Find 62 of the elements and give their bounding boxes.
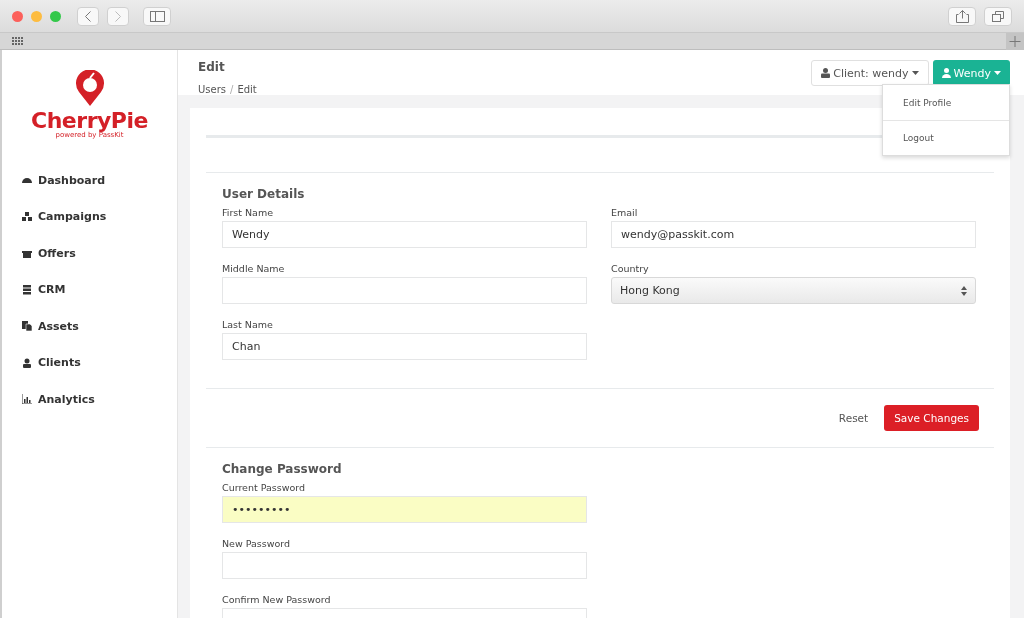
page-title: Edit xyxy=(198,60,226,74)
sidebar-item[interactable]: Assets xyxy=(2,308,177,345)
field-label: First Name xyxy=(222,207,275,218)
user-icon xyxy=(941,68,951,78)
field-label: Last Name xyxy=(222,319,274,330)
back-icon xyxy=(85,10,91,22)
field-label: Country xyxy=(611,263,650,274)
input-field[interactable]: Chan xyxy=(222,333,587,360)
input-field[interactable]: Wendy xyxy=(222,221,587,248)
sidebar-item[interactable]: Clients xyxy=(2,344,177,381)
updown-icon xyxy=(961,285,967,296)
breadcrumb-item: Edit xyxy=(237,84,257,95)
back-button[interactable] xyxy=(77,6,99,26)
zoom-dot[interactable] xyxy=(50,10,61,22)
reset-button[interactable]: Reset xyxy=(832,411,875,425)
forward-icon xyxy=(115,10,121,22)
field-label: New Password xyxy=(222,538,292,549)
grid-icon[interactable] xyxy=(12,37,24,45)
tabs-icon xyxy=(992,10,1004,22)
share-button[interactable] xyxy=(948,6,976,26)
input-field[interactable] xyxy=(222,277,587,304)
user-tie-icon xyxy=(22,357,32,368)
user-tie-icon xyxy=(821,68,831,78)
cubes-icon xyxy=(22,211,32,222)
cherry-pin-logo xyxy=(74,70,105,106)
input-field[interactable]: wendy@passkit.com xyxy=(611,221,976,248)
sidebar-item[interactable]: Dashboard xyxy=(2,162,177,199)
database-icon xyxy=(22,284,32,295)
minimize-dot[interactable] xyxy=(31,10,42,22)
sidebar-item[interactable]: Campaigns xyxy=(2,198,177,235)
share-icon xyxy=(955,9,969,23)
gift-icon xyxy=(22,248,32,259)
country-select[interactable]: Hong Kong xyxy=(611,277,976,304)
save-button[interactable]: Save Changes xyxy=(884,405,979,431)
field-label: Current Password xyxy=(222,482,307,493)
brand-name: CherryPie xyxy=(31,108,148,133)
sidebar-icon xyxy=(149,10,165,22)
field-label: Confirm New Password xyxy=(222,594,332,605)
menu-item[interactable]: Edit Profile xyxy=(883,85,1009,120)
sidebar-item[interactable]: CRM xyxy=(2,271,177,308)
input-field[interactable]: ••••••••• xyxy=(222,496,587,523)
sidebar-item[interactable]: Offers xyxy=(2,235,177,272)
tabs-button[interactable] xyxy=(984,6,1012,26)
breadcrumb-separator: / xyxy=(230,84,234,95)
sidebar-button[interactable] xyxy=(143,6,171,26)
section-title: User Details xyxy=(222,187,306,201)
breadcrumb-item[interactable]: Users xyxy=(198,84,226,95)
caret-icon xyxy=(994,71,1001,75)
section-title: Change Password xyxy=(222,462,343,476)
client-dropdown-button[interactable]: Client: wendy xyxy=(811,60,929,86)
caret-icon xyxy=(911,71,919,75)
forward-button[interactable] xyxy=(107,6,129,26)
gauge-icon xyxy=(22,175,32,186)
files-icon xyxy=(22,321,32,332)
menu-item[interactable]: Logout xyxy=(883,120,1009,155)
bar-chart-icon xyxy=(22,394,32,405)
plus-icon[interactable] xyxy=(1006,32,1024,50)
input-field[interactable] xyxy=(222,552,587,579)
field-label: Middle Name xyxy=(222,263,286,274)
field-label: Email xyxy=(611,207,639,218)
sidebar-item[interactable]: Analytics xyxy=(2,381,177,418)
close-dot[interactable] xyxy=(12,10,23,22)
